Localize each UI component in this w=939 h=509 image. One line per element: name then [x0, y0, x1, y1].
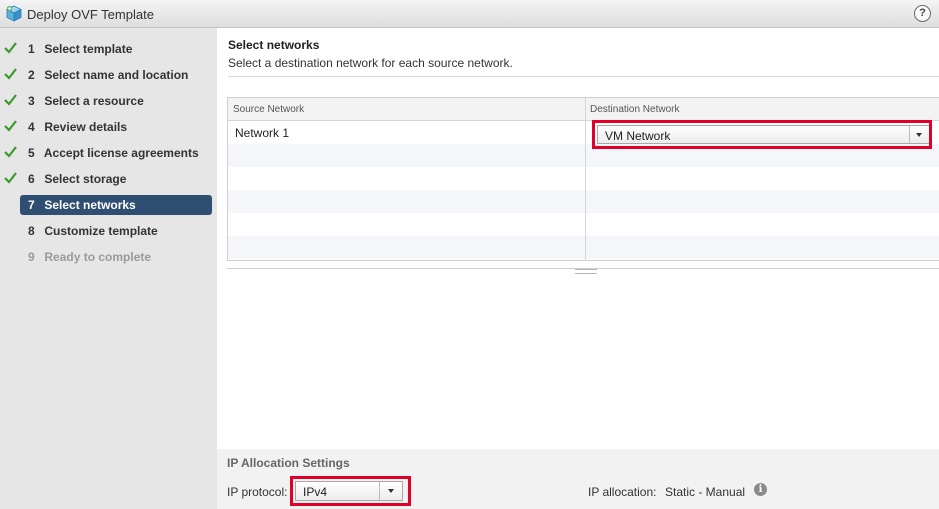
splitter-grip-icon[interactable] [575, 269, 597, 274]
step-select-networks[interactable]: 7 Select networks [20, 195, 212, 215]
column-header-source[interactable]: Source Network [233, 104, 304, 115]
table-row-empty [228, 213, 939, 236]
main-content: Select networks Select a destination net… [217, 28, 939, 509]
checkmark-icon [4, 68, 17, 80]
ip-allocation-value: Static - Manual [665, 485, 746, 499]
step-select-storage[interactable]: 6 Select storage [20, 169, 212, 189]
page-subtitle: Select a destination network for each so… [228, 56, 513, 70]
table-row-empty [228, 236, 939, 259]
table-row-empty [228, 167, 939, 190]
info-icon[interactable]: i [754, 483, 767, 496]
ip-allocation-panel: IP Allocation Settings IP protocol: IPv4… [217, 449, 939, 509]
wizard-steps-sidebar: 1 Select template 2 Select name and loca… [0, 28, 217, 509]
ip-allocation-title: IP Allocation Settings [227, 456, 350, 470]
column-divider[interactable] [585, 98, 586, 260]
step-select-name-location[interactable]: 2 Select name and location [20, 65, 212, 85]
checkmark-icon [4, 120, 17, 132]
step-select-resource[interactable]: 3 Select a resource [20, 91, 212, 111]
checkmark-icon [4, 42, 17, 54]
highlight-frame [290, 476, 411, 506]
step-accept-license[interactable]: 5 Accept license agreements [20, 143, 212, 163]
highlight-frame [592, 120, 932, 149]
column-header-destination[interactable]: Destination Network [590, 104, 679, 115]
checkmark-icon [4, 94, 17, 106]
step-customize-template[interactable]: 8 Customize template [20, 221, 212, 241]
source-network-cell: Network 1 [235, 126, 290, 140]
ovf-template-icon [6, 5, 22, 22]
dialog-titlebar: Deploy OVF Template ? [0, 0, 939, 28]
ip-allocation-label: IP allocation: [588, 485, 657, 499]
ip-protocol-label: IP protocol: [227, 485, 288, 499]
step-ready-to-complete: 9 Ready to complete [28, 250, 152, 264]
checkmark-icon [4, 146, 17, 158]
grid-header: Source Network Destination Network [228, 98, 939, 121]
help-icon[interactable]: ? [914, 5, 931, 22]
step-select-template[interactable]: 1 Select template [20, 39, 212, 59]
checkmark-icon [4, 172, 17, 184]
header-divider [228, 76, 939, 77]
dialog-title: Deploy OVF Template [27, 7, 154, 22]
step-review-details[interactable]: 4 Review details [20, 117, 212, 137]
table-row-empty [228, 190, 939, 213]
network-mapping-grid: Source Network Destination Network Netwo… [227, 97, 939, 261]
page-title: Select networks [228, 38, 320, 52]
